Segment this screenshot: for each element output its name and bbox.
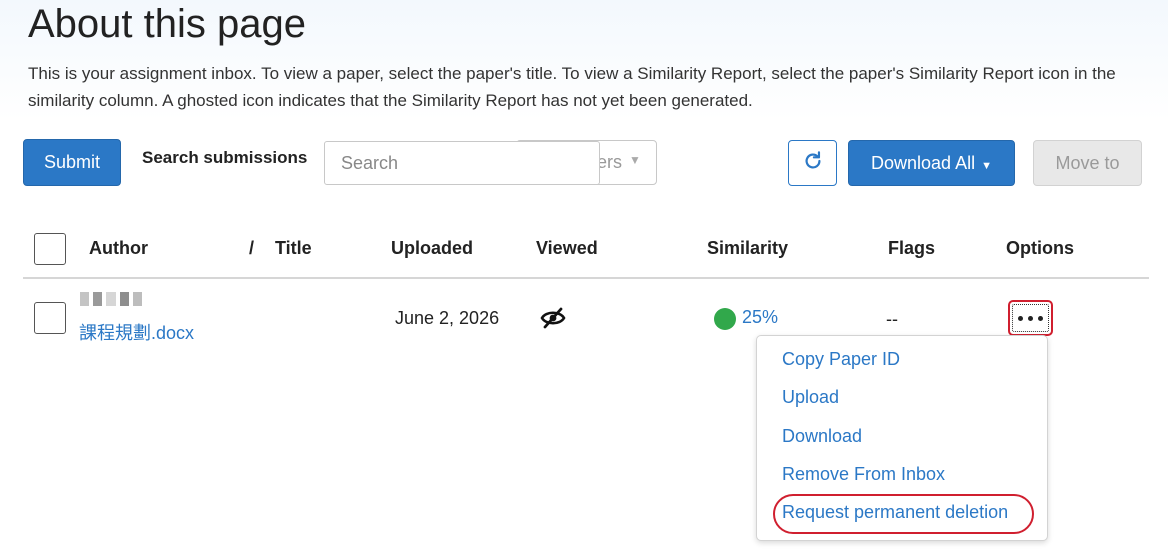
more-options-icon (1012, 304, 1049, 332)
search-submissions-label: Search submissions (142, 148, 308, 167)
download-all-label: Download All (871, 152, 976, 173)
search-input[interactable] (324, 141, 600, 185)
similarity-status-dot (714, 308, 736, 330)
uploaded-date: June 2, 2026 (395, 308, 500, 328)
menu-item-remove-from-inbox[interactable]: Remove From Inbox (782, 464, 945, 485)
column-header-similarity[interactable]: Similarity (707, 238, 788, 259)
refresh-button[interactable] (788, 140, 837, 186)
column-header-separator: / (249, 238, 255, 258)
table-header-divider (23, 277, 1149, 279)
menu-item-download[interactable]: Download (782, 426, 862, 447)
column-header-uploaded[interactable]: Uploaded (391, 238, 473, 259)
refresh-icon (802, 150, 824, 177)
eye-slash-icon[interactable] (540, 306, 566, 335)
menu-item-upload[interactable]: Upload (782, 387, 839, 408)
page-intro: This is your assignment inbox. To view a… (28, 64, 1116, 110)
options-dropdown-menu: Copy Paper ID Upload Download Remove Fro… (756, 335, 1048, 541)
filters-dropdown-label: ers (597, 152, 623, 172)
options-menu-button[interactable] (1008, 300, 1053, 336)
caret-down-icon: ▼ (981, 160, 992, 172)
flags-value: -- (886, 309, 898, 329)
download-all-button[interactable]: Download All ▼ (848, 140, 1015, 186)
menu-item-copy-paper-id[interactable]: Copy Paper ID (782, 349, 900, 370)
similarity-score-link[interactable]: 25% (742, 307, 778, 328)
row-select-checkbox[interactable] (34, 302, 66, 334)
column-header-title[interactable]: Title (275, 238, 312, 259)
move-to-button[interactable]: Move to (1033, 140, 1142, 186)
column-header-flags: Flags (888, 238, 936, 258)
column-header-options: Options (1006, 238, 1074, 258)
caret-down-icon: ▼ (629, 153, 641, 167)
column-header-viewed[interactable]: Viewed (536, 238, 598, 259)
submit-button[interactable]: Submit (23, 139, 121, 186)
column-header-author[interactable]: Author (89, 238, 148, 259)
menu-item-request-permanent-deletion[interactable]: Request permanent deletion (782, 502, 1008, 523)
page-title: About this page (28, 2, 306, 46)
select-all-checkbox[interactable] (34, 233, 66, 265)
redacted-author-name (80, 292, 143, 308)
paper-title-link[interactable]: 課程規劃.docx (79, 319, 194, 345)
